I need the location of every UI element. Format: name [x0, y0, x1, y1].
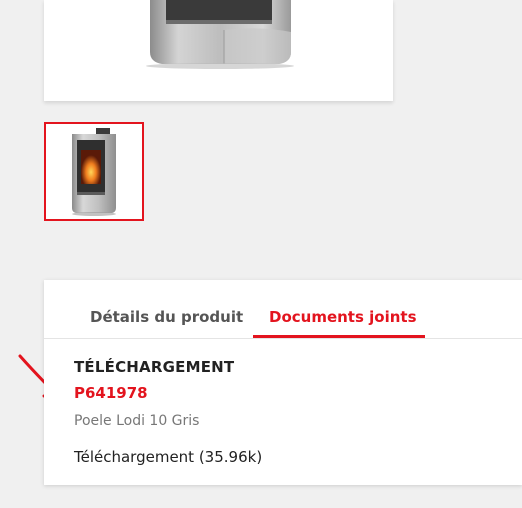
tab-attached-documents[interactable]: Documents joints [269, 308, 417, 326]
product-info-card: Détails du produit Documents joints TÉLÉ… [44, 280, 522, 485]
pellet-stove-thumbnail-image [72, 128, 116, 216]
download-section-title: TÉLÉCHARGEMENT [74, 358, 235, 376]
active-tab-indicator [253, 335, 425, 338]
document-name: Poele Lodi 10 Gris [74, 413, 200, 429]
download-link[interactable]: Téléchargement (35.96k) [74, 448, 262, 466]
product-main-image [44, 0, 393, 101]
product-thumbnail[interactable] [44, 122, 144, 221]
product-tabs: Détails du produit Documents joints [44, 280, 522, 339]
document-reference-link[interactable]: P641978 [74, 384, 148, 402]
tab-product-details[interactable]: Détails du produit [90, 308, 243, 326]
pellet-stove-image [146, 0, 294, 69]
